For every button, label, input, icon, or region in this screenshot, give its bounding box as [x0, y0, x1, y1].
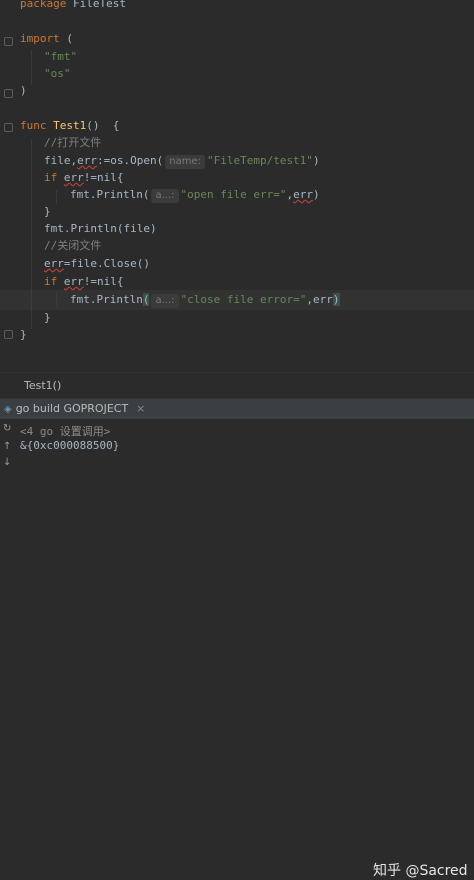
- code-line-file-close: err=file.Close(): [44, 257, 150, 270]
- indent-guide: [31, 139, 32, 329]
- code-line-println-close-err: fmt.Println(a...: "close file error=",err…: [70, 293, 340, 308]
- code-line-if-err-2: if err!=nil{: [44, 275, 124, 288]
- code-line-import-fmt: "fmt": [44, 50, 78, 63]
- code-line-close-brace-2: }: [44, 311, 51, 324]
- code-line-println-file: fmt.Println(file): [44, 222, 157, 235]
- param-hint: a...:: [151, 294, 179, 308]
- code-line-os-open: file,err:=os.Open(name: "FileTemp/test1"): [44, 154, 320, 169]
- watermark: 知乎 @Sacred: [373, 863, 468, 879]
- code-editor[interactable]: package FileTest import ( "fmt" "os" ) f…: [0, 0, 474, 372]
- param-hint: name:: [165, 155, 205, 169]
- code-line-close-brace-func: }: [20, 328, 27, 341]
- code-line-println-open-err: fmt.Println(a...: "open file err=",err): [70, 188, 320, 203]
- breadcrumb-func[interactable]: Test1(): [24, 379, 61, 392]
- code-line-import: import (: [20, 32, 73, 45]
- param-hint: a...:: [151, 189, 179, 203]
- code-comment-open-file: //打开文件: [44, 136, 102, 149]
- fold-marker[interactable]: [4, 123, 13, 132]
- run-tool-window-header: ◈ go build GOPROJECT ×: [0, 398, 474, 419]
- indent-guide: [56, 190, 57, 204]
- console-output: &{0xc000088500}: [20, 439, 120, 452]
- fold-marker[interactable]: [4, 89, 13, 98]
- close-tab-icon[interactable]: ×: [136, 402, 145, 415]
- console-line: <4 go 设置调用>: [20, 425, 111, 438]
- fold-marker[interactable]: [4, 37, 13, 46]
- run-console[interactable]: ↻ ↑ ↓ <4 go 设置调用> &{0xc000088500} 知乎 @Sa…: [0, 419, 474, 879]
- code-comment-close-file: //关闭文件: [44, 239, 102, 252]
- fold-marker[interactable]: [4, 330, 13, 339]
- code-line-package: package FileTest: [20, 0, 126, 10]
- breadcrumb[interactable]: Test1(): [0, 372, 474, 399]
- code-line-import-close: ): [20, 84, 27, 97]
- run-config-icon: ◈: [4, 404, 12, 415]
- indent-guide: [56, 292, 57, 306]
- scroll-up-icon[interactable]: ↑: [3, 441, 11, 452]
- code-line-if-err-1: if err!=nil{: [44, 171, 124, 184]
- run-tab-label: go build GOPROJECT: [15, 402, 129, 415]
- code-line-import-os: "os": [44, 67, 71, 80]
- rerun-icon[interactable]: ↻: [3, 423, 11, 434]
- indent-guide: [31, 50, 32, 85]
- code-line-func: func Test1() {: [20, 119, 120, 132]
- run-tab[interactable]: ◈ go build GOPROJECT ×: [4, 399, 145, 419]
- code-line-close-brace-1: }: [44, 205, 51, 218]
- scroll-down-icon[interactable]: ↓: [3, 457, 11, 468]
